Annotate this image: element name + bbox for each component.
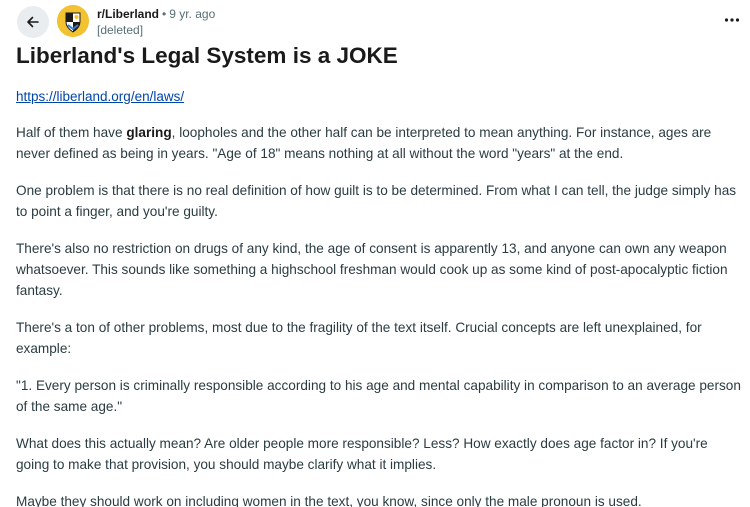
paragraph-text: Half of them have [16, 125, 127, 140]
post-paragraph: There's a ton of other problems, most du… [16, 320, 702, 356]
liberland-emblem-icon [57, 5, 89, 37]
arrow-left-icon [27, 16, 39, 28]
post-paragraph: One problem is that there is no real def… [16, 183, 737, 219]
post-paragraph: Half of them have glaring, loopholes and… [16, 122, 744, 164]
more-options-button[interactable] [720, 10, 744, 30]
post-paragraph: Maybe they should work on including wome… [16, 494, 642, 507]
post-title: Liberland's Legal System is a JOKE [16, 43, 398, 68]
back-button[interactable] [17, 6, 49, 38]
subreddit-avatar[interactable] [57, 5, 89, 37]
post-quote: "1. Every person is criminally responsib… [16, 378, 741, 414]
post-author: [deleted] [97, 23, 144, 37]
post-paragraph: What does this actually mean? Are older … [16, 436, 708, 472]
post-external-link[interactable]: https://liberland.org/en/laws/ [16, 89, 184, 104]
bold-text: glaring [126, 125, 172, 140]
post-meta: r/Liberland • 9 yr. ago [deleted] [97, 7, 215, 38]
subreddit-link[interactable]: r/Liberland [97, 7, 159, 22]
post-body: Half of them have glaring, loopholes and… [16, 122, 744, 507]
post-page: r/Liberland • 9 yr. ago [deleted] Liberl… [0, 0, 750, 507]
meta-separator: • [162, 7, 167, 21]
post-age: 9 yr. ago [169, 7, 216, 21]
more-horizontal-icon [724, 18, 740, 22]
post-paragraph: There's also no restriction on drugs of … [16, 241, 728, 298]
